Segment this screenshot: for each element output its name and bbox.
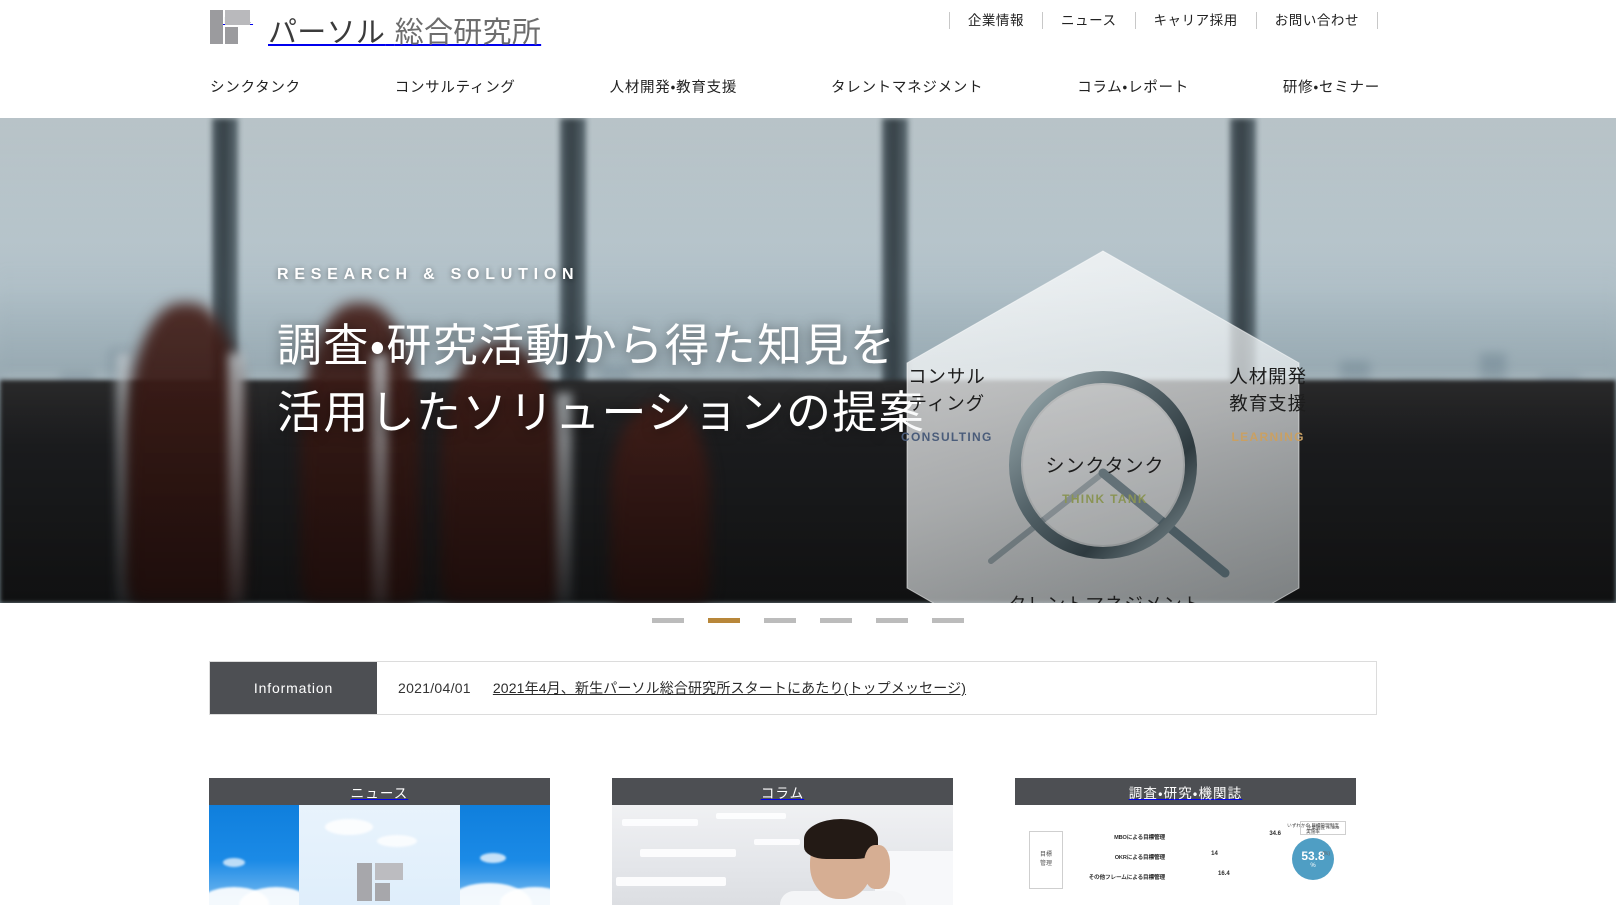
chart-bar-label: MBOによる目標管理 [1114, 834, 1165, 841]
main-nav-item-consulting[interactable]: コンサルティング [395, 76, 516, 97]
carousel-dot-2[interactable] [708, 618, 740, 623]
nav-divider [1377, 12, 1378, 29]
brand-name-kana: パーソル [268, 15, 386, 49]
site-header: 企業情報 ニュース キャリア採用 お問い合わせ PERSOL パーソル 総合研究… [0, 0, 1616, 118]
content-cards: ニュース コラム 調査・研究・機関誌 目標 管理 MBOによる目標管理 34.6… [209, 778, 1377, 905]
information-label: Information [210, 662, 377, 714]
consulting-en-label: CONSULTING [901, 429, 993, 444]
chart-unit-label: (%) [1322, 851, 1330, 857]
chart-bar-label: OKRによる目標管理 [1114, 854, 1165, 861]
chart-category-line-2: 管理 [1039, 861, 1052, 867]
site-logo-link[interactable]: PERSOL パーソル 総合研究所 [210, 10, 541, 56]
main-nav-item-thinktank[interactable]: シンクタンク [210, 76, 301, 97]
chart-bars: MBOによる目標管理 34.6 OKRによる目標管理 14 その他フレームによる… [1073, 829, 1283, 889]
survey-bar-chart: 目標 管理 MBOによる目標管理 34.6 OKRによる目標管理 14 その他フ… [1029, 817, 1346, 905]
chart-bar-row: その他フレームによる目標管理 16.4 [1073, 869, 1283, 884]
card-column[interactable]: コラム [612, 778, 953, 905]
hexagon-label-talent-management[interactable]: タレントマネジメント TALENT MANAGEMENT [935, 593, 1275, 603]
chart-category-line-1: 目標 [1039, 852, 1052, 858]
chart-category-box: 目標 管理 [1029, 831, 1063, 889]
chart-bar-row: MBOによる目標管理 34.6 [1073, 829, 1283, 844]
card-column-thumbnail [612, 805, 953, 905]
utility-nav-item-contact[interactable]: お問い合わせ [1257, 12, 1377, 29]
learning-en-label: LEARNING [1231, 429, 1305, 444]
main-nav-item-talent-management[interactable]: タレントマネジメント [831, 76, 983, 97]
information-content: 2021/04/01 2021年4月、新生パーソル総合研究所スタートにあたり(ト… [377, 662, 1376, 714]
hero-title-line-2: 活用したソリューションの提案 [277, 387, 926, 438]
carousel-dot-1[interactable] [652, 618, 684, 623]
main-nav-item-learning[interactable]: 人材開発・教育支援 [610, 76, 737, 97]
carousel-dot-4[interactable] [820, 618, 852, 623]
chart-bar-value: 14 [1211, 851, 1218, 857]
chart-bar-row: OKRによる目標管理 14 [1073, 849, 1283, 864]
learning-jp-line-1: 人材開発 [1229, 368, 1307, 388]
learning-jp-line-2: 教育支援 [1229, 394, 1307, 415]
hero-title-line-1: 調査・研究活動から得た知見を [277, 321, 897, 371]
information-date: 2021/04/01 [398, 680, 471, 696]
chart-donut-value: 53.8 [1301, 848, 1325, 863]
hexagon-label-thinktank[interactable]: シンクタンク THINK TANK [1007, 453, 1203, 506]
chart-bar-value: 34.6 [1269, 831, 1281, 837]
information-bar: Information 2021/04/01 2021年4月、新生パーソル総合研… [209, 661, 1377, 715]
utility-nav: 企業情報 ニュース キャリア採用 お問い合わせ [948, 12, 1378, 29]
card-research-title: 調査・研究・機関誌 [1015, 778, 1356, 805]
chart-legend: 企業調査 n=800 [1300, 821, 1346, 836]
chart-bar-label: その他フレームによる目標管理 [1088, 874, 1166, 881]
information-link[interactable]: 2021年4月、新生パーソル総合研究所スタートにあたり(トップメッセージ) [493, 678, 966, 698]
main-nav: シンクタンク コンサルティング 人材開発・教育支援 タレントマネジメント コラム… [210, 76, 1380, 97]
hero-eyebrow: RESEARCH & SOLUTION [277, 266, 580, 283]
hero-copy: RESEARCH & SOLUTION 調査・研究活動から得た知見を 活用したソ… [277, 266, 925, 446]
consulting-jp-line-2: ティング [908, 394, 986, 415]
chart-bar-value: 16.4 [1218, 871, 1230, 877]
hexagon-label-consulting[interactable]: コンサル ティング CONSULTING [901, 365, 993, 444]
carousel-dot-3[interactable] [764, 618, 796, 623]
carousel-indicators [0, 618, 1616, 623]
utility-nav-item-careers[interactable]: キャリア採用 [1136, 12, 1256, 29]
page-title: パーソル 総合研究所 [268, 10, 541, 54]
thinktank-jp-label: シンクタンク [1045, 456, 1165, 477]
card-research-thumbnail: 目標 管理 MBOによる目標管理 34.6 OKRによる目標管理 14 その他フ… [1015, 805, 1356, 905]
card-news[interactable]: ニュース [209, 778, 550, 905]
persol-logo-icon [356, 863, 403, 901]
card-research[interactable]: 調査・研究・機関誌 目標 管理 MBOによる目標管理 34.6 OKRによる目標… [1015, 778, 1356, 905]
main-nav-item-training-seminar[interactable]: 研修・セミナー [1283, 76, 1380, 97]
utility-nav-item-news[interactable]: ニュース [1043, 12, 1135, 29]
hexagon-label-learning[interactable]: 人材開発 教育支援 LEARNING [1229, 365, 1307, 444]
carousel-dot-6[interactable] [932, 618, 964, 623]
thinktank-en-label: THINK TANK [1062, 491, 1148, 506]
consulting-jp-line-1: コンサル [907, 368, 986, 388]
chart-donut-suffix: % [1310, 862, 1316, 869]
brand-name-main: 総合研究所 [394, 15, 542, 49]
main-nav-item-column-report[interactable]: コラム・レポート [1077, 76, 1189, 97]
card-news-title: ニュース [209, 778, 550, 805]
hero-carousel-slide: RESEARCH & SOLUTION 調査・研究活動から得た知見を 活用したソ… [0, 118, 1616, 603]
card-column-title: コラム [612, 778, 953, 805]
talent-jp-label: タレントマネジメント [935, 593, 1275, 603]
card-news-thumbnail [209, 805, 550, 905]
carousel-dot-5[interactable] [876, 618, 908, 623]
service-hexagon-diagram: コンサル ティング CONSULTING 人材開発 教育支援 LEARNING … [895, 243, 1315, 603]
utility-nav-item-company[interactable]: 企業情報 [950, 12, 1042, 29]
persol-logo-icon: PERSOL [210, 10, 252, 56]
